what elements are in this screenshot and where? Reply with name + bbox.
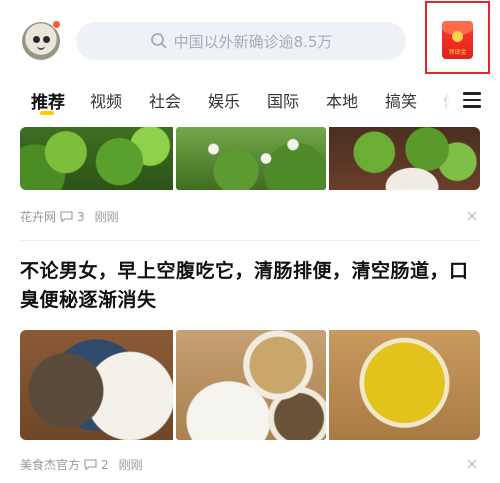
article-1-image-3[interactable] <box>329 127 480 190</box>
top-header: 中国以外新确诊逾8.5万 领现金 <box>0 0 500 82</box>
redpacket-label: 领现金 <box>448 49 467 56</box>
active-tab-indicator <box>40 111 54 115</box>
channel-menu-icon[interactable] <box>463 92 481 108</box>
redpacket-icon: 领现金 <box>442 21 473 59</box>
tab-local[interactable]: 本地 <box>326 88 358 112</box>
search-placeholder: 中国以外新确诊逾8.5万 <box>173 32 333 51</box>
article-1-image-2[interactable] <box>176 127 326 190</box>
notification-dot <box>52 20 61 29</box>
avatar-eye-left <box>33 36 40 43</box>
tab-entertainment[interactable]: 娱乐 <box>208 88 240 112</box>
article-2-image-1[interactable] <box>20 330 173 440</box>
article-2-comment-count: 2 <box>101 457 109 472</box>
article-1-meta: 花卉网 3 刚刚 <box>20 208 119 225</box>
comment-icon <box>84 459 97 470</box>
article-2-meta: 美食杰官方 2 刚刚 <box>20 456 143 473</box>
article-2-image-2[interactable] <box>176 330 326 440</box>
search-bar[interactable]: 中国以外新确诊逾8.5万 <box>76 22 406 60</box>
tab-recommend[interactable]: 推荐 <box>31 88 65 113</box>
article-2-title[interactable]: 不论男女，早上空腹吃它，清肠排便，清空肠道，口臭便秘逐渐消失 <box>20 257 485 315</box>
article-1-comment-count: 3 <box>77 209 85 224</box>
article-2-source: 美食杰官方 <box>20 458 81 472</box>
channel-tabs: 推荐 视频 社会 娱乐 国际 本地 搞笑 体 <box>0 82 500 122</box>
article-2-dismiss-icon[interactable] <box>466 458 478 470</box>
article-1-source: 花卉网 <box>20 210 57 224</box>
avatar-eye-right <box>43 36 50 43</box>
article-1-time: 刚刚 <box>94 210 119 224</box>
search-icon <box>150 33 166 49</box>
comment-icon <box>60 211 73 222</box>
tab-video[interactable]: 视频 <box>90 88 122 112</box>
tab-funny[interactable]: 搞笑 <box>385 88 417 112</box>
avatar-mouth <box>37 46 45 50</box>
article-2-image-3[interactable] <box>329 330 480 440</box>
redpacket-highlight[interactable]: 领现金 <box>425 1 490 74</box>
article-1-dismiss-icon[interactable] <box>466 210 478 222</box>
feed-divider <box>20 240 480 241</box>
tabs-fade <box>428 82 460 120</box>
tab-international[interactable]: 国际 <box>267 88 299 112</box>
article-1-image-1[interactable] <box>20 127 173 190</box>
article-2-time: 刚刚 <box>118 458 143 472</box>
tab-society[interactable]: 社会 <box>149 88 181 112</box>
redpacket-coin <box>452 31 463 42</box>
